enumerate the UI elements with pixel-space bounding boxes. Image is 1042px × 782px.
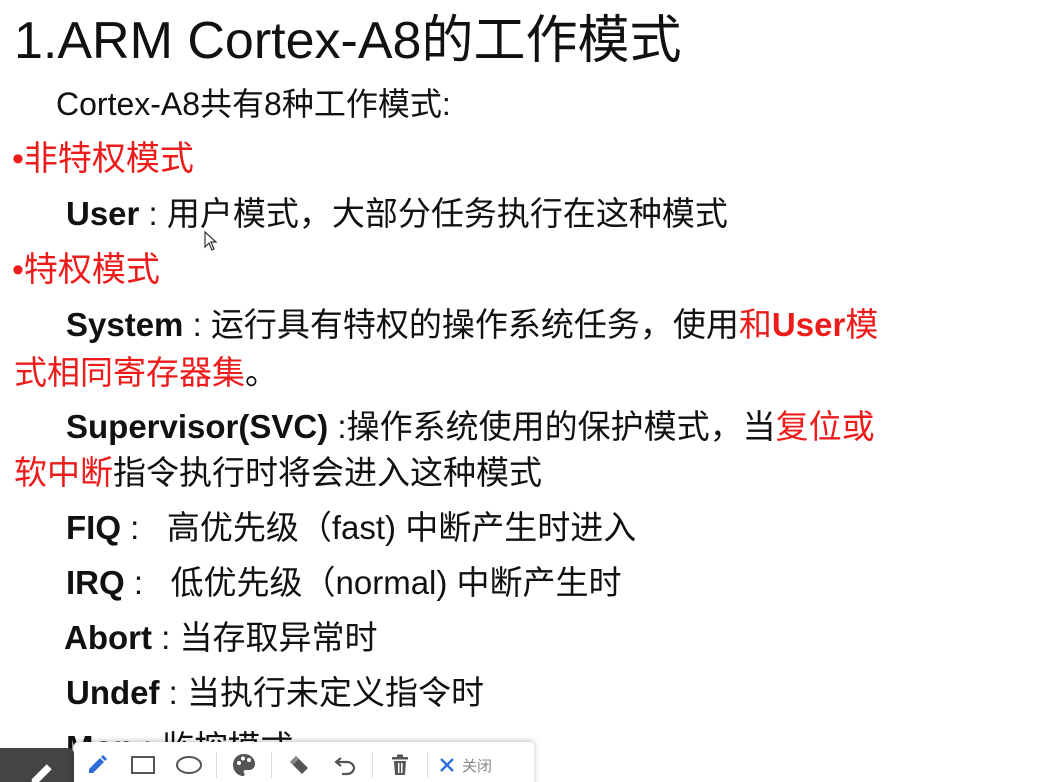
rectangle-icon (131, 756, 155, 774)
privileged-heading: •特权模式 (12, 251, 160, 289)
toolbar-divider (271, 752, 272, 778)
trash-icon (392, 754, 408, 775)
mode-name: IRQ (66, 564, 125, 601)
mode-description: 用户模式，大部分任务执行在这种模式 (166, 195, 728, 232)
mode-separator: : (121, 509, 167, 546)
pen-tool-button[interactable] (74, 742, 120, 782)
annotation-toolbar: 关闭 (74, 742, 534, 782)
mode-abort: Abort : 当存取异常时 (64, 616, 378, 660)
mode-description: 高优先级（fast) 中断产生时进入 (166, 509, 637, 546)
mode-name: Undef (66, 674, 160, 711)
close-toolbar-button[interactable]: 关闭 (438, 755, 492, 776)
toolbar-divider (216, 752, 217, 778)
delete-button[interactable] (377, 742, 423, 782)
ellipse-icon (176, 756, 202, 774)
mode-name: Abort (64, 619, 152, 656)
mode-separator: : (328, 408, 347, 445)
ellipse-tool-button[interactable] (166, 742, 212, 782)
annotation-toggle[interactable] (0, 748, 74, 782)
mode-description: 当存取异常时 (179, 619, 378, 656)
mode-separator: : (159, 674, 188, 711)
color-picker-button[interactable] (221, 742, 267, 782)
mode-separator: : (139, 195, 167, 232)
highlight-text: 软中断 (14, 454, 113, 491)
mode-description: 低优先级（normal) 中断产生时 (170, 564, 622, 601)
pen-icon (31, 764, 52, 782)
slide-title: 1.ARM Cortex-A8的工作模式 (14, 12, 682, 70)
mode-system-continued: 式相同寄存器集。 (14, 351, 278, 395)
highlight-text: User (771, 306, 846, 343)
intro-text: Cortex-A8共有8种工作模式: (56, 86, 451, 122)
highlight-text: 复位或 (775, 408, 875, 445)
non-privileged-heading: •非特权模式 (12, 140, 194, 178)
mode-name: User (66, 195, 140, 232)
undo-icon (334, 757, 356, 776)
mode-separator: : (151, 619, 180, 656)
eraser-icon (290, 756, 308, 774)
mode-description: 当执行未定义指令时 (187, 674, 485, 711)
rectangle-tool-button[interactable] (120, 742, 166, 782)
mode-separator: : (124, 564, 171, 601)
highlight-text: 模 (845, 306, 879, 343)
mode-description: 。 (245, 354, 278, 391)
mode-description: 操作系统使用的保护模式，当 (346, 408, 776, 445)
mode-description: 运行具有特权的操作系统任务，使用 (210, 306, 739, 343)
palette-icon (233, 754, 255, 776)
close-icon (440, 758, 454, 772)
undo-button[interactable] (322, 742, 368, 782)
mode-description: 指令执行时将会进入这种模式 (113, 454, 542, 491)
mode-separator: : (183, 306, 211, 343)
mode-supervisor: Supervisor(SVC) :操作系统使用的保护模式，当复位或 (66, 405, 875, 449)
mode-fiq: FIQ : 高优先级（fast) 中断产生时进入 (66, 506, 636, 550)
mode-name: FIQ (66, 509, 121, 546)
mode-system: System : 运行具有特权的操作系统任务，使用和User模 (66, 303, 878, 347)
eraser-tool-button[interactable] (276, 742, 322, 782)
mode-user: User : 用户模式，大部分任务执行在这种模式 (66, 192, 728, 236)
highlight-text: 和 (738, 306, 772, 343)
close-label: 关闭 (462, 757, 493, 775)
mouse-cursor-icon (204, 231, 218, 251)
pen-icon (89, 755, 107, 773)
highlight-text: 式相同寄存器集 (14, 354, 245, 391)
mode-name: Supervisor(SVC) (66, 408, 329, 445)
mode-supervisor-continued: 软中断指令执行时将会进入这种模式 (14, 451, 542, 495)
mode-name: System (66, 306, 184, 343)
mode-undef: Undef : 当执行未定义指令时 (66, 671, 484, 715)
slide: 1.ARM Cortex-A8的工作模式 Cortex-A8共有8种工作模式: … (0, 0, 1042, 782)
toolbar-divider (427, 752, 428, 778)
toolbar-divider (372, 752, 373, 778)
mode-irq: IRQ : 低优先级（normal) 中断产生时 (66, 561, 622, 605)
